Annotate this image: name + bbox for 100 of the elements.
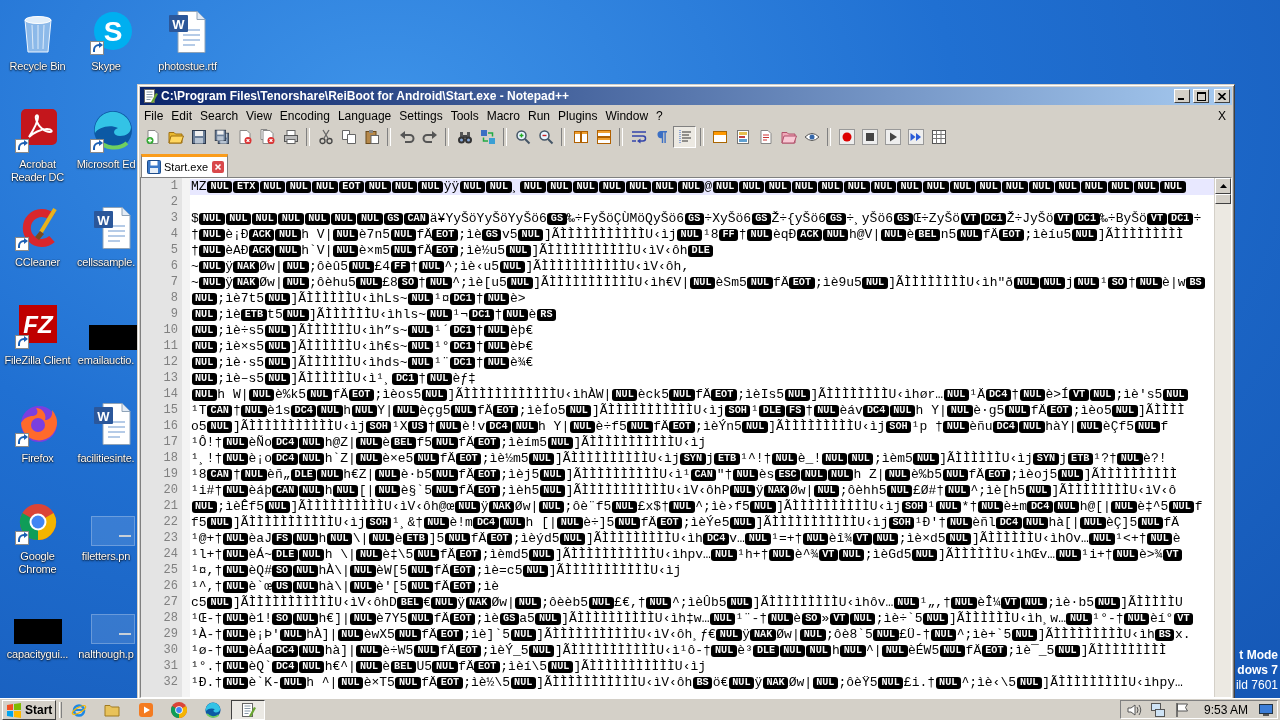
control-character: NUL (801, 468, 827, 481)
menu-item[interactable]: File (140, 107, 168, 124)
minimize-button[interactable] (1174, 89, 1190, 103)
control-character: NUL (298, 660, 325, 673)
code-text: èñ„ (267, 467, 291, 482)
menu-item[interactable]: Run (524, 107, 555, 124)
code-text: è1s (267, 403, 291, 418)
code-text: èAÐ (225, 243, 249, 258)
menu-item[interactable]: Encoding (275, 107, 334, 124)
speaker-icon[interactable] (1125, 701, 1142, 718)
control-character: NUL (207, 180, 233, 193)
control-character: NUL (535, 612, 561, 625)
control-character: NUL (191, 324, 217, 337)
control-character: EOT (984, 468, 1010, 481)
menu-item[interactable]: Plugins (554, 107, 602, 124)
control-character: NUL (191, 388, 217, 401)
menu-item[interactable]: Search (196, 107, 243, 124)
code-text: è7Y5 (376, 611, 408, 626)
code-text: èí° (1149, 611, 1174, 626)
control-character: NUL (337, 628, 364, 641)
menu-item[interactable]: Language (333, 107, 396, 124)
desktop-icon-label[interactable]: filetters.pn (75, 550, 137, 563)
close-tab-button[interactable] (212, 161, 225, 173)
code-text: h Y| (915, 403, 947, 418)
browser-ball-icon[interactable] (171, 701, 188, 718)
menu-item[interactable]: Settings (395, 107, 447, 124)
menu-item[interactable]: Window (601, 107, 653, 124)
menu-item[interactable]: View (242, 107, 276, 124)
control-character: NUL (912, 548, 938, 561)
scroll-thumb[interactable] (1215, 194, 1231, 204)
menu-item[interactable]: ? (652, 107, 667, 124)
desktop-icon-label[interactable]: Google Chrome (1, 550, 74, 576)
desktop-icon-label[interactable]: Recycle Bin (9, 60, 66, 73)
start-button[interactable]: Start (2, 699, 56, 720)
desktop-icon-label[interactable]: Skype (75, 60, 137, 73)
code-text: ]ÃÌÌÌÌÌÌÌÌÌÌÌU‹ìV‹ôhP (565, 483, 730, 498)
code-text: è³ (737, 643, 753, 658)
control-character: NUL (191, 308, 217, 321)
menu-item[interactable]: Tools (446, 107, 483, 124)
control-character: NUL (729, 516, 756, 529)
desktop-icon-label[interactable]: CCleaner (15, 256, 60, 269)
control-character: NUL (646, 596, 672, 609)
code-text: ;ìèýd5 (512, 531, 560, 546)
menu-item[interactable]: Macro (482, 107, 524, 124)
maximize-button[interactable] (1193, 89, 1209, 103)
desktop-icon-label[interactable]: cellssample. (75, 256, 137, 269)
close-button[interactable] (1214, 89, 1230, 103)
close-document-button[interactable]: X (1212, 108, 1232, 123)
flag-icon[interactable] (1173, 701, 1190, 718)
desktop-icon-label[interactable]: facilitiesinte. (75, 452, 137, 465)
desktop-icon-label[interactable]: emailauctio. (75, 354, 137, 367)
blank-thumbnail-icon[interactable] (90, 516, 135, 546)
control-character: NUL (426, 372, 452, 385)
control-character: NUL (943, 420, 969, 433)
code-text: ;ìèm5 (873, 451, 913, 466)
network-icon[interactable] (1149, 701, 1166, 718)
desktop-icon-label[interactable]: Acrobat Reader DC (1, 158, 74, 184)
code-text: † (410, 259, 419, 274)
swap-icon (479, 129, 496, 145)
desktop-icon-label[interactable]: Firefox (21, 452, 54, 465)
control-character: NUL (421, 388, 448, 401)
control-character: NUL (711, 548, 737, 561)
line-number: 22 (162, 515, 179, 531)
code-text: ;ôèŸ5 (838, 675, 878, 690)
desktop-icon-label[interactable]: Microsoft Ed (75, 158, 137, 171)
show-desktop-icon[interactable] (1258, 701, 1274, 718)
control-character: NUL (292, 532, 319, 545)
control-character: NUL (222, 452, 249, 465)
line-number: 9 (169, 307, 179, 323)
taskbar-window-button[interactable] (231, 699, 265, 720)
control-character: NUL (627, 420, 653, 433)
thumbnail-icon[interactable] (88, 325, 137, 350)
desktop-icon-label[interactable]: capacitygui... (6, 648, 69, 661)
control-character: NUL (779, 644, 806, 657)
control-character: NUL (499, 516, 526, 529)
control-character: NUL (923, 612, 949, 625)
control-character: NUL (923, 180, 949, 193)
desktop-icon-label[interactable]: nalthough.p (75, 648, 137, 661)
code-text: èÇf5 (1102, 419, 1135, 434)
control-character: NUL (332, 244, 359, 257)
code-text: ¹i+† (1081, 547, 1113, 562)
control-character: NUL (264, 372, 290, 385)
control-character: SOH (366, 420, 392, 433)
thumbnail-icon[interactable] (13, 619, 62, 644)
code-text: fÄ (439, 643, 456, 658)
scroll-up-button[interactable] (1215, 178, 1231, 194)
control-character: VT (960, 212, 980, 225)
desktop-icon-label[interactable]: FileZilla Client (4, 354, 71, 367)
code-text: fÄ (773, 275, 789, 290)
file-tab[interactable]: Start.exe (141, 154, 229, 177)
control-character: NUL (222, 484, 249, 497)
blank-thumbnail-icon[interactable] (90, 614, 135, 644)
desktop-icon-label[interactable]: photostue.rtf (158, 60, 217, 73)
control-character: DC1 (1074, 212, 1100, 225)
menu-item[interactable]: Edit (167, 107, 197, 124)
play-tile-icon[interactable] (137, 701, 154, 718)
control-character: NUL (191, 500, 217, 513)
swirl-icon[interactable] (204, 701, 221, 718)
clock[interactable]: 9:53 AM (1203, 702, 1248, 717)
code-text: ;ìè¯_5 (1007, 643, 1055, 658)
